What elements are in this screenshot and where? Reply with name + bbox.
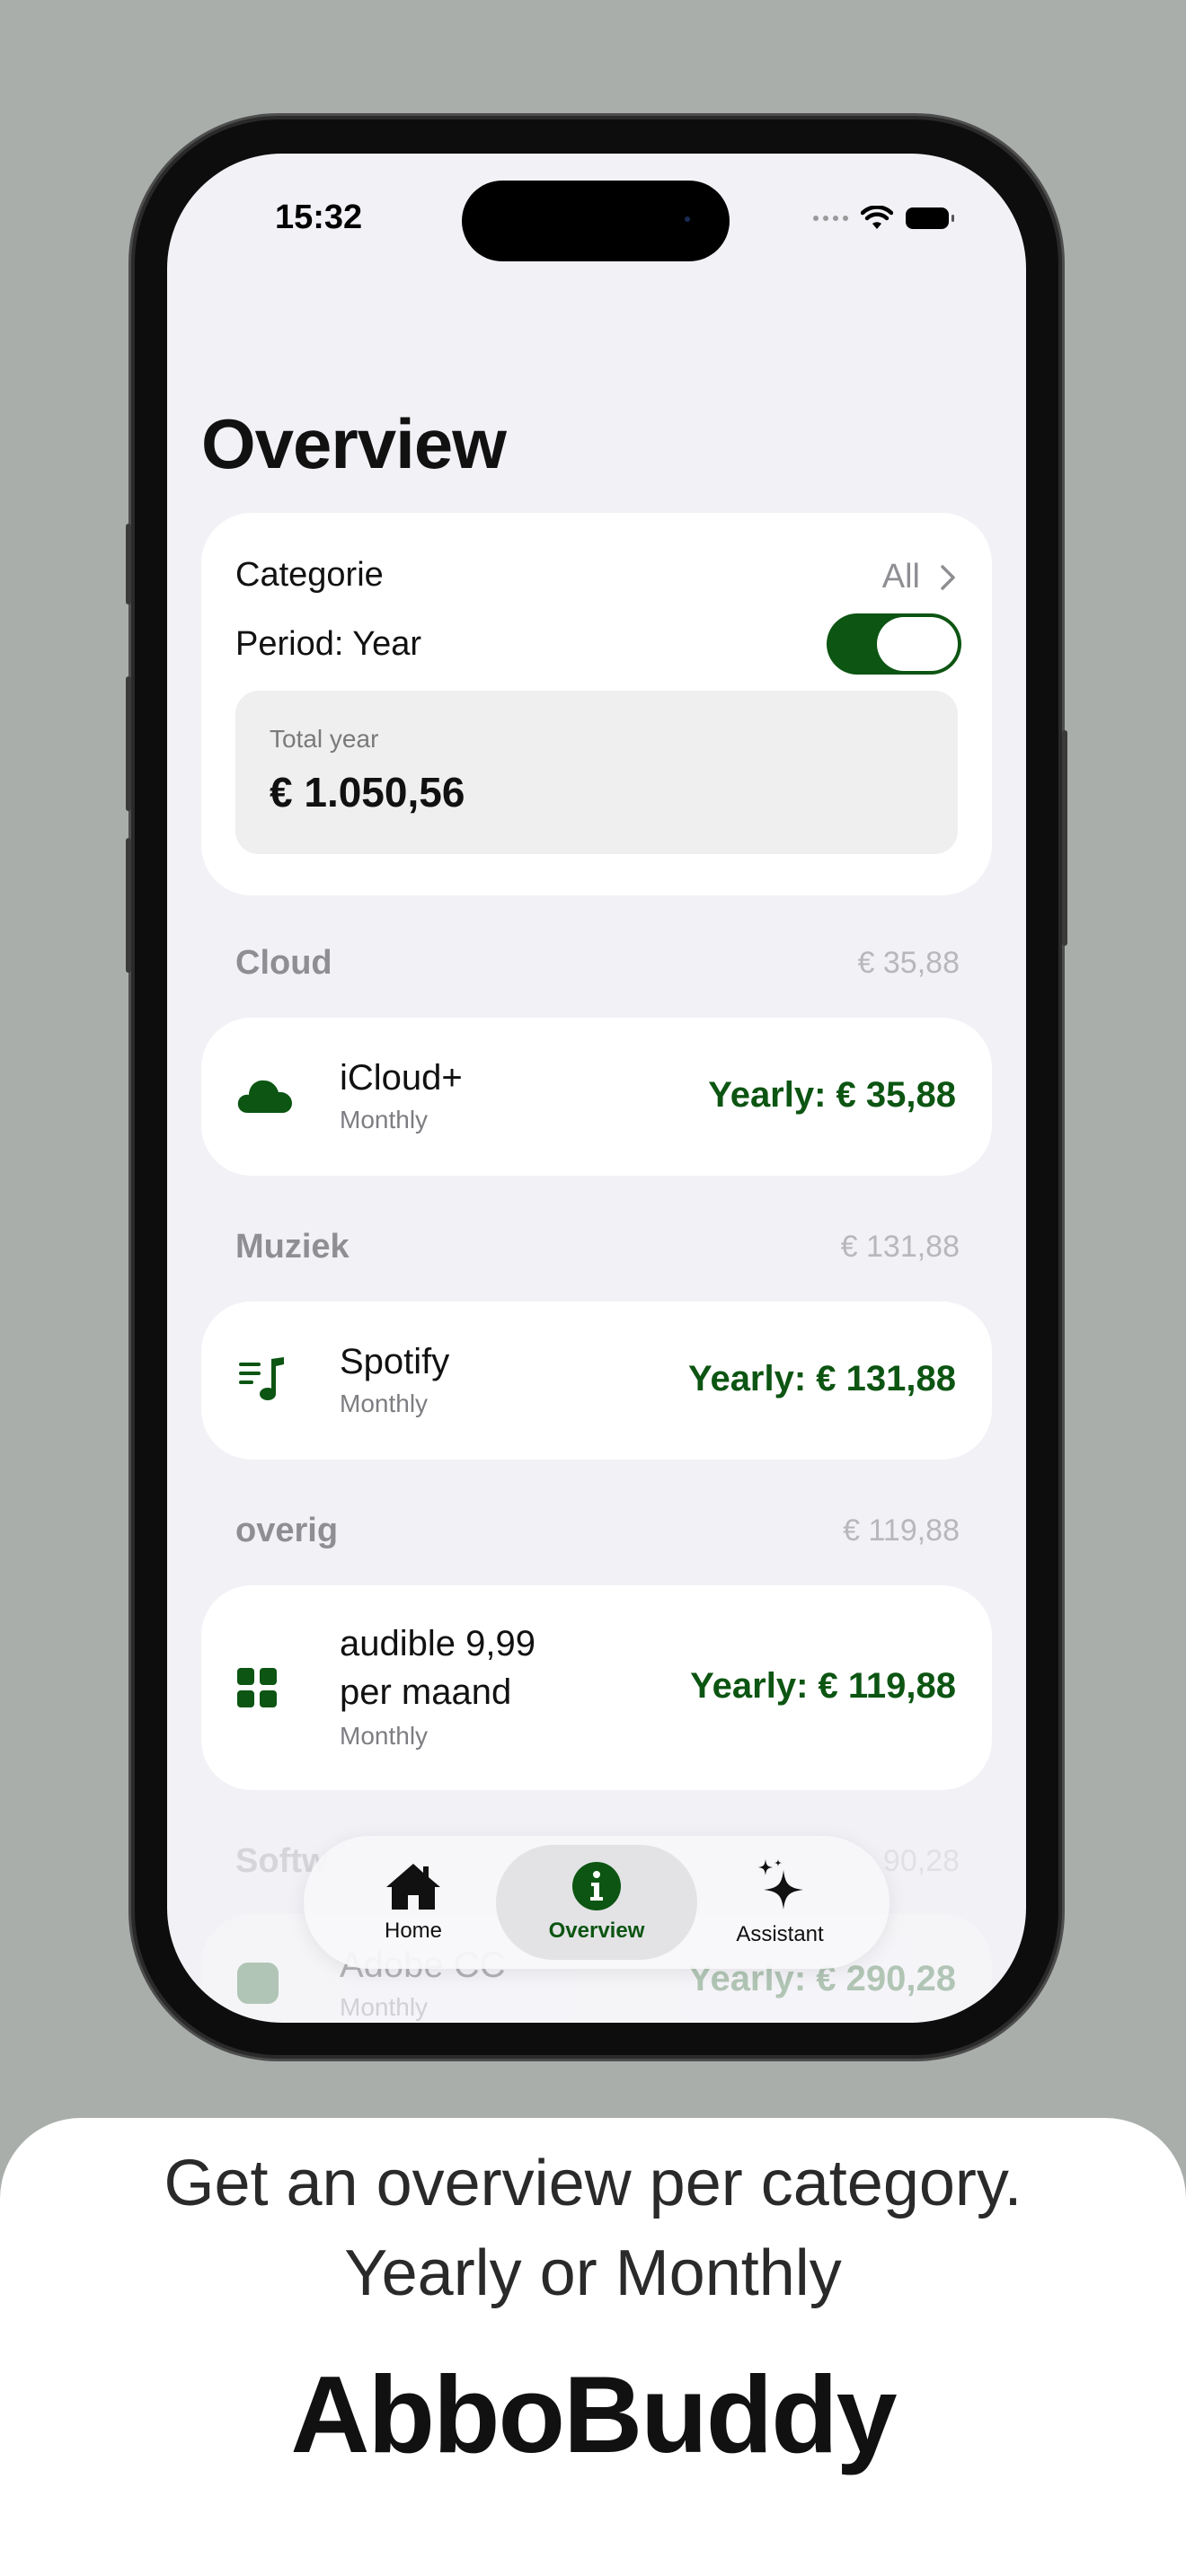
section-total: € 131,88 xyxy=(840,1230,960,1264)
subscription-cycle: Monthly xyxy=(340,1106,429,1134)
summary-card: Categorie All Period: Year Total year € … xyxy=(201,513,992,895)
app-icon xyxy=(237,1963,279,2004)
tab-assistant[interactable]: Assistant xyxy=(679,1845,881,1960)
info-icon xyxy=(572,1862,621,1910)
caption-line-1: Get an overview per category. xyxy=(164,2148,1022,2219)
section-name: Cloud xyxy=(235,944,332,982)
subscription-name: Spotify xyxy=(340,1342,450,1381)
category-picker[interactable]: All xyxy=(882,558,956,596)
tab-bar: Home Overview Assistant xyxy=(304,1836,890,1969)
tab-label: Assistant xyxy=(736,1922,824,1946)
section-header-cloud: Cloud € 35,88 xyxy=(235,944,960,983)
subscription-name: iCloud+ xyxy=(340,1058,463,1098)
subscription-cycle: Monthly xyxy=(340,1722,429,1750)
subscription-row-audible[interactable]: audible 9,99 per maand Monthly Yearly: €… xyxy=(201,1585,992,1790)
tab-overview[interactable]: Overview xyxy=(496,1845,697,1960)
section-header-muziek: Muziek € 131,88 xyxy=(235,1228,960,1266)
sparkles-icon xyxy=(758,1859,803,1910)
section-total: 90,28 xyxy=(882,1844,960,1878)
total-value: € 1.050,56 xyxy=(270,769,465,816)
volume-up-button xyxy=(126,676,131,811)
toggle-knob xyxy=(877,617,958,671)
period-toggle[interactable] xyxy=(827,613,961,675)
total-label: Total year xyxy=(270,725,379,753)
tab-label: Home xyxy=(384,1919,443,1943)
total-box: Total year € 1.050,56 xyxy=(235,691,958,854)
category-value: All xyxy=(881,558,920,595)
page-title: Overview xyxy=(201,404,507,483)
subscription-row-spotify[interactable]: Spotify Monthly Yearly: € 131,88 xyxy=(201,1301,992,1460)
section-total: € 35,88 xyxy=(857,946,960,980)
action-button xyxy=(126,524,131,604)
cloud-icon xyxy=(237,1080,292,1113)
status-time: 15:32 xyxy=(275,198,363,236)
subscription-price: Yearly: € 35,88 xyxy=(708,1075,956,1115)
subscription-name-line2: per maand xyxy=(340,1672,512,1712)
subscription-row-icloud[interactable]: iCloud+ Monthly Yearly: € 35,88 xyxy=(201,1018,992,1176)
subscription-cycle: Monthly xyxy=(340,1993,429,2021)
section-name: overig xyxy=(235,1512,339,1549)
subscription-price: Yearly: € 131,88 xyxy=(687,1359,956,1398)
caption-line-2: Yearly or Monthly xyxy=(344,2237,842,2309)
battery-icon xyxy=(906,207,954,229)
grid-icon xyxy=(237,1668,277,1707)
power-button xyxy=(1062,730,1067,946)
wifi-icon xyxy=(861,206,893,229)
subscription-name-line1: audible 9,99 xyxy=(340,1624,535,1663)
section-total: € 119,88 xyxy=(843,1513,960,1548)
volume-down-button xyxy=(126,838,131,973)
period-label: Period: Year xyxy=(235,625,422,663)
subscription-cycle: Monthly xyxy=(340,1389,429,1417)
status-icons xyxy=(813,206,954,231)
section-name: Muziek xyxy=(235,1228,350,1266)
dynamic-island xyxy=(462,181,730,261)
music-list-icon xyxy=(239,1357,284,1400)
tab-home[interactable]: Home xyxy=(313,1845,514,1960)
app-screen: 15:32 Overview Categorie All Period: Yea… xyxy=(167,154,1026,2023)
subscription-price: Yearly: € 119,88 xyxy=(690,1666,956,1706)
cellular-icon xyxy=(813,216,848,221)
section-header-overig: overig € 119,88 xyxy=(235,1512,960,1550)
tab-label: Overview xyxy=(548,1919,645,1943)
category-label: Categorie xyxy=(235,556,384,594)
brand-name: AbboBuddy xyxy=(290,2353,897,2475)
chevron-right-icon xyxy=(941,564,955,590)
phone-frame: 15:32 Overview Categorie All Period: Yea… xyxy=(126,119,1067,2055)
house-icon xyxy=(386,1864,440,1910)
